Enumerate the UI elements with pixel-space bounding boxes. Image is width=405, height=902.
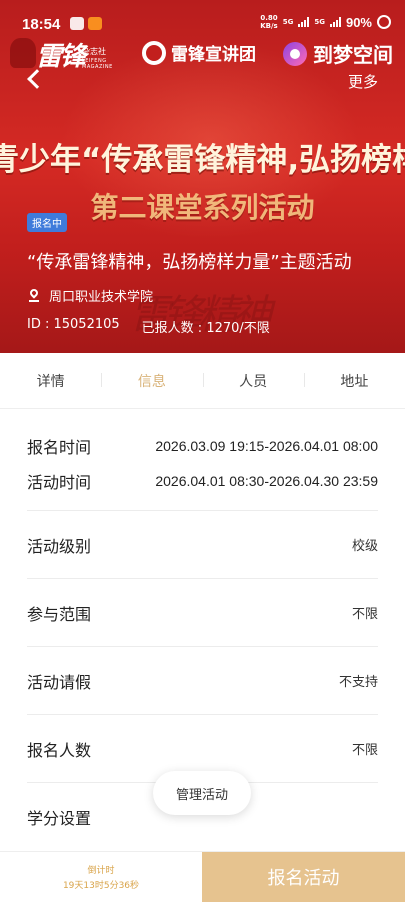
activity-time-row: 活动时间 2026.04.01 08:30-2026.04.30 23:59: [27, 469, 378, 493]
lecture-team-logo: 雷锋宣讲团: [142, 40, 256, 65]
bottom-action-bar: 倒计时 19天13时5分36秒 报名活动: [0, 851, 405, 902]
tab-address[interactable]: 地址: [303, 353, 405, 408]
manage-activity-button[interactable]: 管理活动: [153, 771, 251, 815]
leifeng-sub-text: 杂志社: [82, 47, 106, 56]
game-app-icon: [88, 17, 102, 30]
network-type-2: 5G: [314, 18, 325, 26]
status-indicators: 0.80 KB/s 5G 5G 90%: [260, 14, 391, 30]
lecture-team-text: 雷锋宣讲团: [171, 45, 256, 65]
dream-space-logo: 到梦空间: [283, 39, 393, 68]
lecture-team-badge-icon: [142, 40, 166, 65]
participation-scope-row: 参与范围 不限: [27, 579, 378, 647]
detail-tabs: 详情 信息 人员 地址: [0, 353, 405, 409]
participation-scope-label: 参与范围: [27, 604, 92, 624]
network-speed-value: 0.80: [260, 14, 278, 22]
status-badge: 报名中: [27, 213, 67, 232]
back-icon[interactable]: [24, 68, 46, 90]
signup-time-row: 报名时间 2026.03.09 19:15-2026.04.01 08:00: [27, 434, 378, 458]
countdown-value: 19天13时5分36秒: [62, 881, 140, 891]
battery-level: 90%: [345, 14, 372, 30]
signup-count: 已报人数 : 1270/不限: [141, 321, 270, 336]
signup-limit-label: 报名人数: [27, 740, 92, 760]
leave-request-value: 不支持: [338, 674, 378, 689]
tab-details[interactable]: 详情: [0, 353, 101, 408]
leifeng-seal-icon: [10, 38, 36, 68]
dream-space-icon: [283, 41, 307, 66]
sponsor-logos: 雷锋 杂志社 LEIFENG MAGAZINE 雷锋宣讲团 到梦空间: [0, 36, 405, 72]
tab-members[interactable]: 人员: [202, 353, 304, 408]
network-speed: 0.80 KB/s: [260, 14, 277, 30]
credit-settings-label: 学分设置: [27, 809, 92, 828]
signal-icon-2: [329, 17, 341, 27]
countdown-label: 倒计时: [87, 866, 115, 876]
leave-request-label: 活动请假: [27, 672, 92, 692]
network-type-1: 5G: [282, 18, 294, 26]
activity-meta: ID : 15052105 已报人数 : 1270/不限: [27, 317, 270, 336]
activity-level-row: 活动级别 校级: [27, 511, 378, 579]
dream-space-text: 到梦空间: [313, 43, 393, 67]
activity-level-value: 校级: [351, 538, 378, 553]
activity-location[interactable]: 周口职业技术学院: [29, 286, 153, 305]
leifeng-magazine-logo: 雷锋 杂志社 LEIFENG MAGAZINE: [8, 36, 128, 72]
signal-icon: [298, 17, 310, 27]
more-button[interactable]: 更多: [348, 71, 378, 92]
leave-request-row: 活动请假 不支持: [27, 647, 378, 715]
countdown: 倒计时 19天13时5分36秒: [0, 852, 202, 902]
status-bar: 18:54 0.80 KB/s 5G 5G 90%: [0, 0, 405, 34]
banner-headline: 青少年“传承雷锋精神,弘扬榜样: [0, 142, 405, 178]
wechat-icon: [70, 17, 84, 30]
activity-banner: 18:54 0.80 KB/s 5G 5G 90% 雷锋 杂志社 LEIFENG…: [0, 0, 405, 353]
status-time: 18:54: [22, 16, 61, 33]
activity-id: ID : 15052105: [27, 317, 120, 332]
location-pin-icon: [29, 289, 39, 302]
activity-time-value: 2026.04.01 08:30-2026.04.30 23:59: [155, 473, 378, 489]
tab-info[interactable]: 信息: [101, 353, 202, 408]
status-notification-icons: [70, 17, 102, 30]
signup-limit-value: 不限: [351, 742, 378, 757]
time-section: 报名时间 2026.03.09 19:15-2026.04.01 08:00 活…: [27, 410, 378, 511]
signup-time-label: 报名时间: [27, 438, 92, 457]
activity-time-label: 活动时间: [27, 473, 92, 492]
battery-icon: [377, 15, 391, 29]
activity-level-label: 活动级别: [27, 536, 92, 556]
signup-time-value: 2026.03.09 19:15-2026.04.01 08:00: [155, 438, 378, 454]
leifeng-en-text: LEIFENG MAGAZINE: [82, 58, 113, 70]
participation-scope-value: 不限: [351, 606, 378, 621]
network-speed-unit: KB/s: [260, 22, 278, 30]
signup-button[interactable]: 报名活动: [202, 852, 405, 902]
activity-title: “传承雷锋精神，弘扬榜样力量”主题活动: [27, 252, 352, 273]
location-text: 周口职业技术学院: [49, 290, 154, 305]
